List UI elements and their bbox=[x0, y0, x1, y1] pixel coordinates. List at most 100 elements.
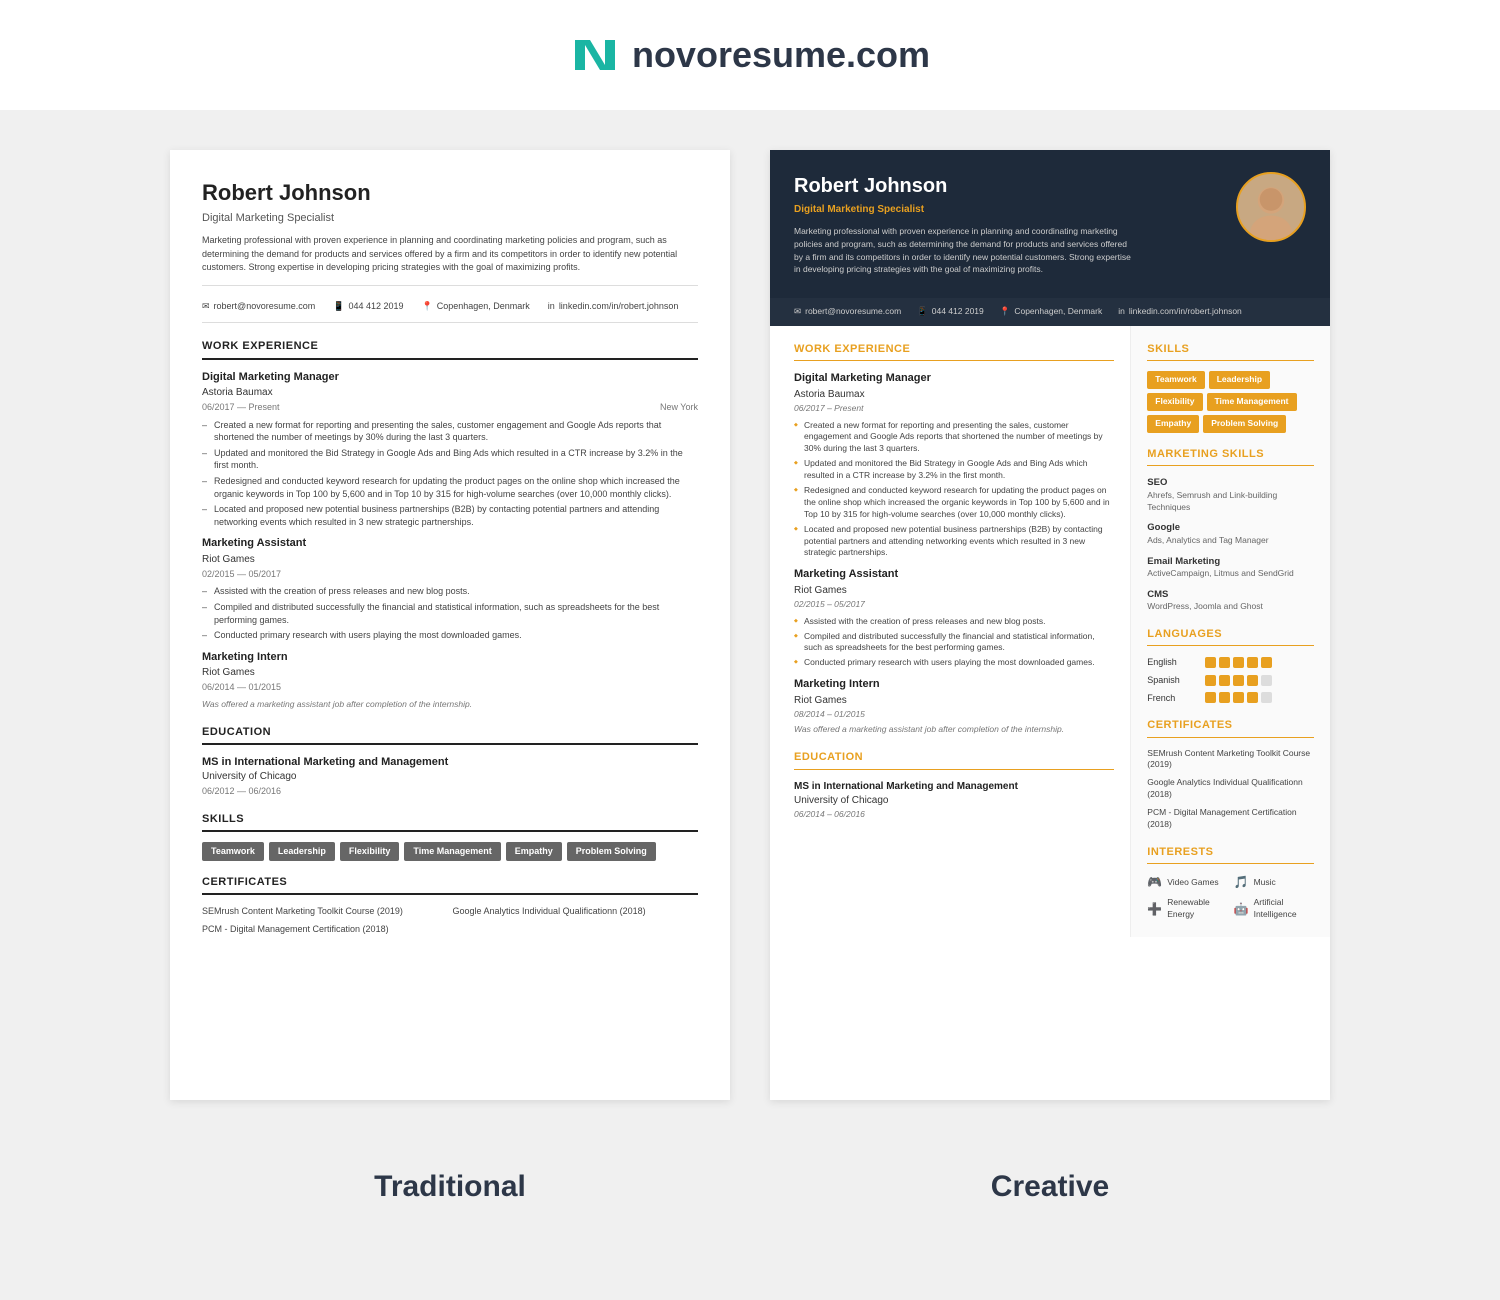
trad-job2-bullet-2: Compiled and distributed successfully th… bbox=[202, 601, 698, 626]
dot bbox=[1233, 657, 1244, 668]
creative-skills-section-title: SKILLS bbox=[1147, 342, 1314, 361]
creative-skills-tags: Teamwork Leadership Flexibility Time Man… bbox=[1147, 371, 1314, 433]
creative-job1-bullet-2: Updated and monitored the Bid Strategy i… bbox=[794, 458, 1114, 482]
interest-video-games: 🎮 Video Games bbox=[1147, 874, 1227, 891]
email-icon: ✉ bbox=[202, 300, 210, 313]
bottom-labels: Traditional Creative bbox=[0, 1140, 1500, 1244]
trad-skills-tags: Teamwork Leadership Flexibility Time Man… bbox=[202, 842, 698, 861]
language-english: English bbox=[1147, 656, 1314, 669]
trad-skill-4: Time Management bbox=[404, 842, 500, 861]
creative-job-3: Marketing Intern Riot Games 08/2014 – 01… bbox=[794, 677, 1114, 736]
phone-icon: 📱 bbox=[333, 300, 344, 313]
creative-edu-section-title: EDUCATION bbox=[794, 750, 1114, 769]
music-icon: 🎵 bbox=[1234, 874, 1249, 891]
creative-job1-bullet-4: Located and proposed new potential busin… bbox=[794, 524, 1114, 560]
traditional-resume: Robert Johnson Digital Marketing Special… bbox=[170, 150, 730, 1100]
location-icon: 📍 bbox=[422, 300, 433, 313]
creative-skill-2: Leadership bbox=[1209, 371, 1270, 389]
trad-skill-2: Leadership bbox=[269, 842, 335, 861]
traditional-label: Traditional bbox=[170, 1170, 730, 1204]
french-dots bbox=[1205, 692, 1272, 703]
creative-education-1: MS in International Marketing and Manage… bbox=[794, 780, 1114, 821]
creative-name: Robert Johnson bbox=[794, 172, 1220, 200]
dot bbox=[1233, 675, 1244, 686]
creative-job2-bullet-2: Compiled and distributed successfully th… bbox=[794, 631, 1114, 655]
trad-skills-title: SKILLS bbox=[202, 812, 698, 832]
phone-icon: 📱 bbox=[917, 306, 928, 318]
creative-header-left: Robert Johnson Digital Marketing Special… bbox=[794, 172, 1220, 276]
trad-job-3: Marketing Intern Riot Games 06/2014 — 01… bbox=[202, 650, 698, 711]
trad-job1-bullet-1: Created a new format for reporting and p… bbox=[202, 419, 698, 444]
trad-edu-school: University of Chicago bbox=[202, 770, 698, 784]
trad-skill-1: Teamwork bbox=[202, 842, 264, 861]
avatar bbox=[1236, 172, 1306, 242]
creative-skill-3: Flexibility bbox=[1147, 393, 1202, 411]
trad-job2-bullet-1: Assisted with the creation of press rele… bbox=[202, 585, 698, 598]
trad-linkedin: in linkedin.com/in/robert.johnson bbox=[548, 300, 679, 313]
creative-email: ✉ robert@novoresume.com bbox=[794, 306, 901, 318]
creative-cert-2: Google Analytics Individual Qualificatio… bbox=[1147, 777, 1314, 801]
creative-job2-bullet-3: Conducted primary research with users pl… bbox=[794, 657, 1114, 669]
avatar-image bbox=[1238, 172, 1304, 242]
creative-cert-3: PCM - Digital Management Certification (… bbox=[1147, 807, 1314, 831]
logo[interactable]: novoresume.com bbox=[570, 30, 930, 80]
trad-education-title: EDUCATION bbox=[202, 725, 698, 745]
creative-job1-dates: 06/2017 – Present bbox=[794, 403, 1114, 415]
trad-skill-3: Flexibility bbox=[340, 842, 400, 861]
creative-skill-6: Problem Solving bbox=[1203, 415, 1286, 433]
creative-job1-bullets: Created a new format for reporting and p… bbox=[794, 420, 1114, 560]
creative-edu-degree: MS in International Marketing and Manage… bbox=[794, 780, 1114, 794]
creative-job2-title: Marketing Assistant bbox=[794, 567, 1114, 582]
creative-resume: Robert Johnson Digital Marketing Special… bbox=[770, 150, 1330, 1100]
dot bbox=[1247, 657, 1258, 668]
creative-body: WORK EXPERIENCE Digital Marketing Manage… bbox=[770, 326, 1330, 937]
language-french: French bbox=[1147, 692, 1314, 705]
creative-job2-bullet-1: Assisted with the creation of press rele… bbox=[794, 616, 1114, 628]
creative-languages: English Spanish bbox=[1147, 656, 1314, 704]
trad-email: ✉ robert@novoresume.com bbox=[202, 300, 315, 313]
trad-job3-title: Marketing Intern bbox=[202, 650, 698, 665]
interest-ai: 🤖 Artificial Intelligence bbox=[1234, 897, 1314, 921]
creative-left-column: WORK EXPERIENCE Digital Marketing Manage… bbox=[770, 326, 1131, 937]
trad-cert-2: Google Analytics Individual Qualificatio… bbox=[453, 905, 699, 918]
email-icon: ✉ bbox=[794, 306, 801, 318]
trad-certs-title: CERTIFICATES bbox=[202, 875, 698, 895]
page-header: novoresume.com bbox=[0, 0, 1500, 110]
linkedin-icon: in bbox=[1118, 306, 1125, 318]
creative-mktg-2: Google Ads, Analytics and Tag Manager bbox=[1147, 521, 1314, 546]
creative-job1-company: Astoria Baumax bbox=[794, 388, 1114, 402]
trad-job1-bullets: Created a new format for reporting and p… bbox=[202, 419, 698, 529]
trad-cert-1: SEMrush Content Marketing Toolkit Course… bbox=[202, 905, 448, 918]
creative-interests-title: INTERESTS bbox=[1147, 845, 1314, 864]
trad-job-title: Digital Marketing Specialist bbox=[202, 211, 698, 226]
creative-linkedin: in linkedin.com/in/robert.johnson bbox=[1118, 306, 1242, 318]
creative-work-section-title: WORK EXPERIENCE bbox=[794, 342, 1114, 361]
trad-job2-bullets: Assisted with the creation of press rele… bbox=[202, 585, 698, 641]
creative-skill-4: Time Management bbox=[1207, 393, 1297, 411]
trad-skill-6: Problem Solving bbox=[567, 842, 656, 861]
creative-interests: 🎮 Video Games 🎵 Music ➕ Renewable Energy… bbox=[1147, 874, 1314, 921]
creative-edu-school: University of Chicago bbox=[794, 794, 1114, 808]
creative-job2-company: Riot Games bbox=[794, 584, 1114, 598]
creative-mktg-3: Email Marketing ActiveCampaign, Litmus a… bbox=[1147, 555, 1314, 580]
creative-job1-bullet-1: Created a new format for reporting and p… bbox=[794, 420, 1114, 456]
trad-job3-company: Riot Games bbox=[202, 666, 698, 680]
trad-job2-title: Marketing Assistant bbox=[202, 536, 698, 551]
creative-certificates: SEMrush Content Marketing Toolkit Course… bbox=[1147, 748, 1314, 831]
trad-contact: ✉ robert@novoresume.com 📱 044 412 2019 📍… bbox=[202, 300, 698, 324]
dot bbox=[1219, 657, 1230, 668]
creative-job3-dates: 08/2014 – 01/2015 bbox=[794, 709, 1114, 721]
trad-phone: 📱 044 412 2019 bbox=[333, 300, 403, 313]
dot bbox=[1247, 692, 1258, 703]
creative-label: Creative bbox=[770, 1170, 1330, 1204]
language-spanish: Spanish bbox=[1147, 674, 1314, 687]
interest-renewable-energy: ➕ Renewable Energy bbox=[1147, 897, 1227, 921]
spanish-dots bbox=[1205, 675, 1272, 686]
creative-job1-bullet-3: Redesigned and conducted keyword researc… bbox=[794, 485, 1114, 521]
trad-cert-3: PCM - Digital Management Certification (… bbox=[202, 923, 448, 936]
trad-job2-bullet-3: Conducted primary research with users pl… bbox=[202, 629, 698, 642]
creative-mktg-skills-title: MARKETING SKILLS bbox=[1147, 447, 1314, 466]
creative-contact-bar: ✉ robert@novoresume.com 📱 044 412 2019 📍… bbox=[770, 298, 1330, 326]
dot bbox=[1219, 675, 1230, 686]
creative-job3-company: Riot Games bbox=[794, 694, 1114, 708]
